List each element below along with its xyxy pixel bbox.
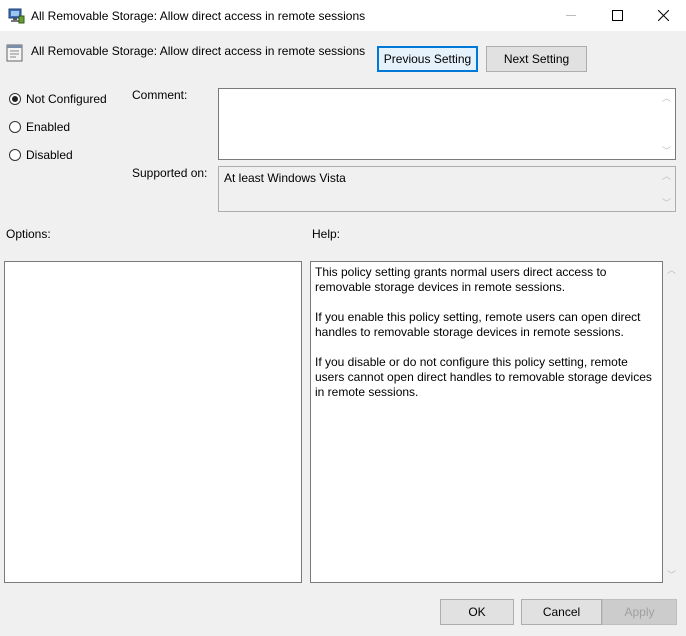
supported-on-label: Supported on:: [132, 166, 208, 180]
scroll-down-icon[interactable]: ﹀: [663, 566, 680, 583]
radio-enabled[interactable]: Enabled: [9, 120, 70, 134]
supported-on-value: At least Windows Vista: [224, 171, 346, 185]
comment-label: Comment:: [132, 88, 188, 102]
scroll-down-icon[interactable]: ﹀: [658, 142, 675, 159]
scroll-down-icon[interactable]: ﹀: [658, 194, 675, 211]
scroll-up-icon[interactable]: ︿: [658, 89, 675, 106]
radio-label: Not Configured: [26, 92, 107, 106]
comment-scrollbar[interactable]: ︿ ﹀: [658, 89, 675, 159]
cancel-button[interactable]: Cancel: [521, 599, 602, 625]
next-setting-button[interactable]: Next Setting: [486, 46, 587, 72]
apply-button[interactable]: Apply: [602, 599, 677, 625]
help-paragraph: If you enable this policy setting, remot…: [315, 310, 641, 339]
help-label: Help:: [312, 227, 341, 241]
options-label: Options:: [6, 227, 51, 241]
minimize-button[interactable]: [548, 0, 594, 31]
help-paragraph: This policy setting grants normal users …: [315, 265, 607, 294]
help-scrollbar[interactable]: ︿ ﹀: [663, 261, 680, 583]
app-icon: [8, 7, 25, 24]
close-button[interactable]: [640, 0, 686, 31]
comment-field[interactable]: ︿ ﹀: [218, 88, 676, 160]
window-title: All Removable Storage: Allow direct acce…: [31, 9, 366, 23]
supported-scrollbar[interactable]: ︿ ﹀: [658, 167, 675, 211]
previous-setting-button[interactable]: Previous Setting: [377, 46, 478, 72]
radio-button[interactable]: [9, 93, 21, 105]
maximize-icon: [611, 10, 623, 21]
radio-button[interactable]: [9, 149, 21, 161]
radio-not-configured[interactable]: Not Configured: [9, 92, 107, 106]
scroll-up-icon[interactable]: ︿: [663, 261, 680, 278]
setting-title: All Removable Storage: Allow direct acce…: [31, 44, 366, 58]
maximize-button[interactable]: [594, 0, 640, 31]
minimize-icon: [565, 15, 576, 16]
policy-setting-icon: [6, 44, 24, 62]
radio-button[interactable]: [9, 121, 21, 133]
radio-label: Disabled: [26, 148, 73, 162]
ok-button[interactable]: OK: [440, 599, 514, 625]
options-pane: [4, 261, 302, 583]
close-icon: [657, 10, 669, 21]
radio-label: Enabled: [26, 120, 71, 134]
help-text: This policy setting grants normal users …: [315, 265, 655, 415]
radio-disabled[interactable]: Disabled: [9, 148, 73, 162]
help-paragraph: If you disable or do not configure this …: [315, 355, 652, 399]
scroll-up-icon[interactable]: ︿: [658, 167, 675, 184]
